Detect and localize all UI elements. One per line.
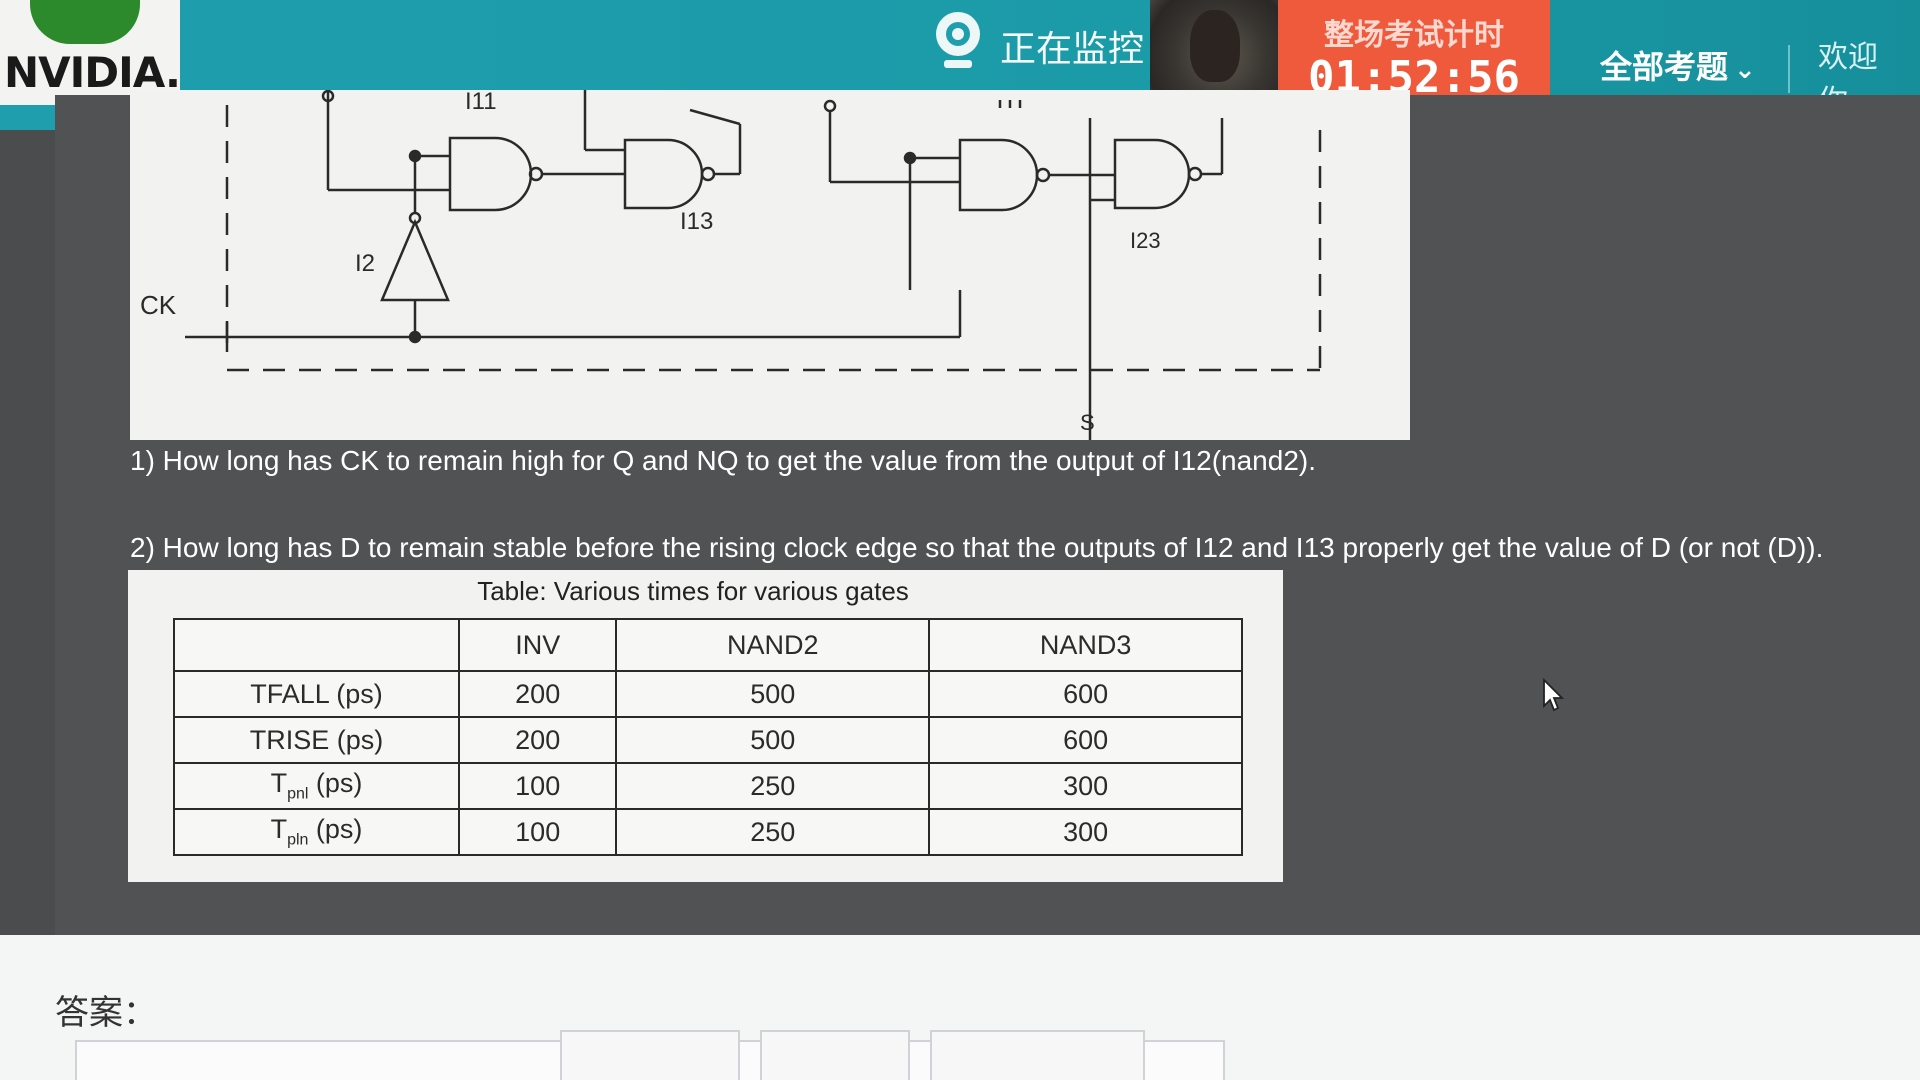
row-label: TFALL (ps) xyxy=(173,670,460,718)
table-cell: 500 xyxy=(615,716,931,764)
table-cell: 500 xyxy=(615,670,931,718)
label-i13: I13 xyxy=(680,208,714,235)
webcam-face xyxy=(1190,10,1240,82)
label-i23: I23 xyxy=(1130,228,1161,253)
table-cell: 300 xyxy=(928,808,1243,856)
table-row: Tpln (ps) 100 250 300 xyxy=(173,808,1243,856)
table-row: TFALL (ps) 200 500 600 xyxy=(173,670,1243,718)
label-i11: I11 xyxy=(465,88,497,115)
table-header-cell: INV xyxy=(457,618,618,672)
table-cell: 200 xyxy=(457,670,618,718)
table-cell: 100 xyxy=(457,762,618,810)
row-label-unit: (ps) xyxy=(308,814,363,845)
timer-label: 整场考试计时 xyxy=(1324,18,1504,53)
question-1: 1) How long has CK to remain high for Q … xyxy=(130,445,1316,476)
monitoring-status: 正在监控 xyxy=(1000,29,1145,70)
webcam-icon xyxy=(936,12,980,68)
insert-image-button[interactable] xyxy=(760,1030,910,1080)
row-label: Tpnl (ps) xyxy=(173,762,460,810)
table-caption: Table: Various times for various gates xyxy=(477,576,909,606)
chevron-down-icon: ⌄ xyxy=(1734,55,1756,85)
answer-label: 答案： xyxy=(55,993,157,1033)
table-cell: 250 xyxy=(615,808,931,856)
table-header-cell: NAND3 xyxy=(928,618,1243,672)
table-header-row: INV NAND2 NAND3 xyxy=(173,618,1243,672)
row-label-main: T xyxy=(270,768,288,799)
table-cell: 100 xyxy=(457,808,618,856)
table-cell: 250 xyxy=(615,762,931,810)
table-cell: 300 xyxy=(928,762,1243,810)
table-row: TRISE (ps) 200 500 600 xyxy=(173,716,1243,764)
insert-formula-button[interactable] xyxy=(560,1030,740,1080)
gate-timing-table: INV NAND2 NAND3 TFALL (ps) 200 500 600 T… xyxy=(173,618,1243,856)
table-row: Tpnl (ps) 100 250 300 xyxy=(173,762,1243,810)
table-cell: 600 xyxy=(928,670,1243,718)
row-label-unit: (ps) xyxy=(308,768,363,799)
all-questions-dropdown[interactable]: 全部考题 ⌄ xyxy=(1600,42,1756,88)
row-label-sub: pnl xyxy=(287,785,309,803)
row-label-sub: pln xyxy=(287,831,309,849)
row-label: TRISE (ps) xyxy=(173,716,460,764)
row-label: Tpln (ps) xyxy=(173,808,460,856)
phone-upload-button[interactable] xyxy=(930,1030,1145,1080)
all-questions-label: 全部考题 xyxy=(1600,48,1729,86)
nvidia-eye-icon xyxy=(30,0,140,44)
table-header-cell: NAND2 xyxy=(615,618,931,672)
answer-area: 答案： xyxy=(0,935,1920,1080)
question-2: 2) How long has D to remain stable befor… xyxy=(130,532,1824,563)
circuit-diagram: I11 I13 I2 I23 CK S xyxy=(130,88,1410,440)
label-i2: I2 xyxy=(355,250,376,277)
label-ck: CK xyxy=(140,290,177,320)
table-cell: 600 xyxy=(928,716,1243,764)
mouse-pointer-icon xyxy=(1543,678,1565,712)
circuit-schematic xyxy=(185,90,1322,440)
gate-timing-card: Table: Various times for various gates I… xyxy=(128,570,1283,882)
header-divider xyxy=(1788,45,1790,93)
table-header-cell xyxy=(173,618,460,672)
row-label-main: T xyxy=(270,814,288,845)
table-cell: 200 xyxy=(457,716,618,764)
label-s: S xyxy=(1080,410,1095,435)
